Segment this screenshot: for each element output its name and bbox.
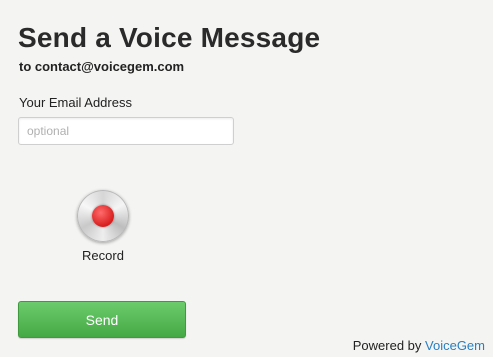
powered-by: Powered by VoiceGem (353, 338, 485, 353)
record-dot (92, 205, 114, 227)
page-title: Send a Voice Message (18, 22, 321, 53)
powered-by-text: Powered by (352, 338, 422, 353)
record-icon[interactable] (77, 190, 129, 242)
voicegem-link[interactable]: VoiceGem (425, 338, 485, 353)
email-field[interactable] (18, 117, 234, 145)
recipient-address: to contact@voicegem.com (19, 59, 185, 74)
email-label: Your Email Address (19, 95, 132, 110)
send-button[interactable]: Send (18, 301, 186, 338)
record-label: Record (82, 248, 124, 263)
record-button[interactable]: Record (74, 190, 132, 263)
